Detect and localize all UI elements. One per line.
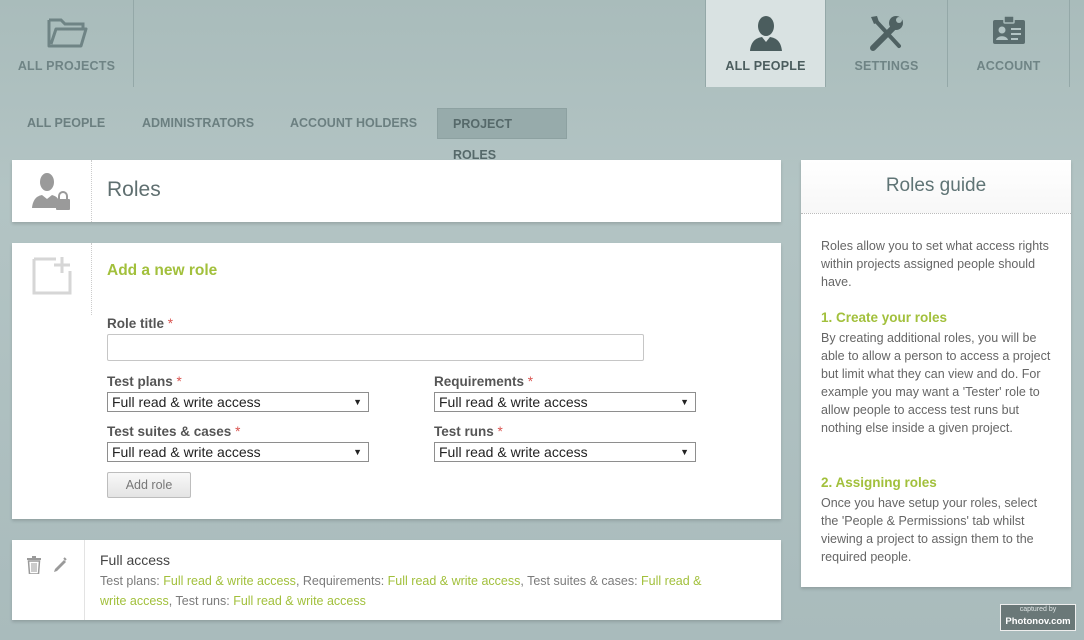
add-icon-column [12,243,92,315]
header-icon-column [12,160,92,222]
nav-settings-label: SETTINGS [854,59,919,73]
required-mark: * [167,316,174,331]
watermark-line1: captured by [1019,606,1057,613]
role-title-label: Role title * [107,316,173,331]
test-runs-select[interactable]: Full read & write access ▼ [434,442,696,462]
nav-all-projects[interactable]: ALL PROJECTS [0,0,134,87]
guide-step1-title: 1. Create your roles [821,310,948,325]
role-title-input[interactable] [107,334,644,361]
id-card-icon [991,14,1027,53]
nav-account-label: ACCOUNT [976,59,1041,73]
test-plans-label-text: Test plans [107,374,173,389]
test-plans-select-value: Full read & write access [112,394,261,410]
subnav-all-people[interactable]: ALL PEOPLE [12,108,120,139]
add-document-icon [32,255,74,300]
roles-header-panel: Roles [12,160,781,222]
required-mark: * [235,424,241,439]
requirements-label: Requirements * [434,374,533,389]
role-actions [12,540,85,620]
guide-step2-title: 2. Assigning roles [821,475,937,490]
test-suites-select[interactable]: Full read & write access ▼ [107,442,369,462]
add-role-title: Add a new role [107,262,218,279]
role-name[interactable]: Full access [100,552,170,568]
perm-test-plans-key: Test plans: [100,574,160,588]
perm-requirements-key: Requirements: [302,574,385,588]
perm-test-runs-key: Test runs: [175,594,230,608]
test-suites-label-text: Test suites & cases [107,424,232,439]
guide-title: Roles guide [801,160,1071,214]
perm-test-runs-value: Full read & write access [233,594,366,608]
nav-all-projects-label: ALL PROJECTS [17,59,116,73]
guide-step1-text: By creating additional roles, you will b… [821,331,1051,435]
dropdown-arrow-icon: ▼ [353,447,362,457]
folder-icon [46,14,88,55]
person-icon [748,14,784,57]
tools-icon [867,14,907,57]
user-lock-icon [30,172,74,217]
delete-icon[interactable] [27,556,41,579]
required-mark: * [497,424,503,439]
guide-intro: Roles allow you to set what access right… [821,239,1049,289]
test-runs-label: Test runs * [434,424,503,439]
top-navigation: ALL PROJECTS ALL PEOPLE SETTINGS ACCOUNT [0,0,1084,87]
perm-requirements-value: Full read & write access [387,574,521,588]
role-title-label-text: Role title [107,316,165,331]
test-suites-label: Test suites & cases * [107,424,240,439]
required-mark: * [527,374,534,389]
perm-test-suites-key: Test suites & cases: [527,574,638,588]
perm-test-plans-value: Full read & write access [163,574,296,588]
subnav-project-roles[interactable]: PROJECT ROLES [437,108,567,162]
nav-all-people-label: ALL PEOPLE [725,59,806,73]
subnav-account-holders[interactable]: ACCOUNT HOLDERS [275,108,432,139]
required-mark: * [176,374,182,389]
dropdown-arrow-icon: ▼ [680,447,689,457]
roles-guide-panel: Roles guide Roles allow you to set what … [801,160,1071,587]
page-title: Roles [107,178,161,201]
test-plans-label: Test plans * [107,374,182,389]
test-plans-select[interactable]: Full read & write access ▼ [107,392,369,412]
dropdown-arrow-icon: ▼ [680,397,689,407]
nav-settings[interactable]: SETTINGS [826,0,948,87]
role-permissions: Test plans: Full read & write access, Re… [100,574,702,608]
nav-all-people[interactable]: ALL PEOPLE [705,0,826,87]
dropdown-arrow-icon: ▼ [353,397,362,407]
add-role-panel: Add a new role Role title * Test plans *… [12,243,781,519]
test-suites-select-value: Full read & write access [112,444,261,460]
requirements-select-value: Full read & write access [439,394,588,410]
subnav-administrators[interactable]: ADMINISTRATORS [127,108,269,139]
captured-by-watermark: captured by Photonov.com [1000,604,1076,631]
add-role-button[interactable]: Add role [107,472,191,498]
nav-account[interactable]: ACCOUNT [948,0,1070,87]
test-runs-label-text: Test runs [434,424,494,439]
test-runs-select-value: Full read & write access [439,444,588,460]
guide-step2-text: Once you have setup your roles, select t… [821,496,1038,564]
watermark-line2: Photonov.com [1005,616,1071,627]
requirements-select[interactable]: Full read & write access ▼ [434,392,696,412]
edit-pencil-icon[interactable] [52,556,68,577]
role-row: Full access Test plans: Full read & writ… [12,540,781,620]
requirements-label-text: Requirements [434,374,525,389]
